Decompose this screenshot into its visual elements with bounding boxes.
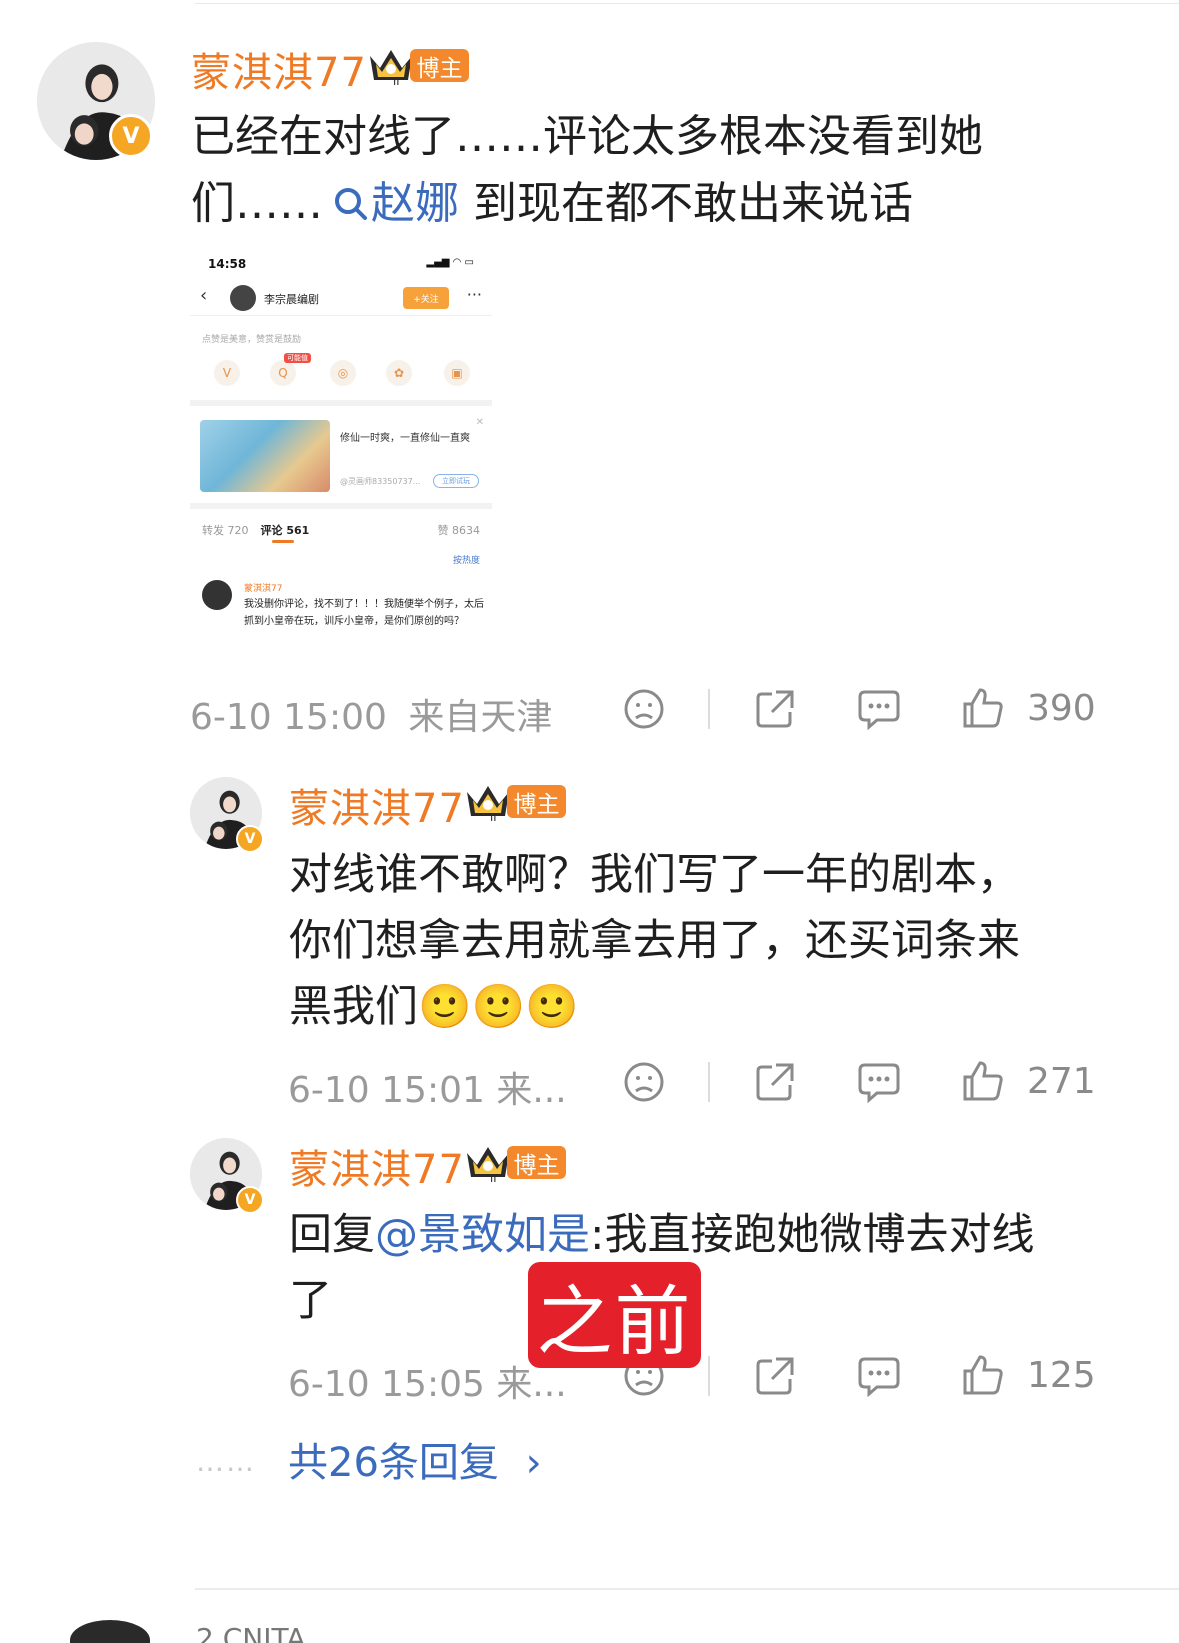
dislike-icon[interactable]: [623, 1061, 665, 1103]
topic-link[interactable]: 赵娜: [371, 178, 459, 229]
reply-time: 6-10 15:01 来...: [288, 1070, 567, 1111]
header-divider: [190, 315, 492, 316]
like-icon[interactable]: [961, 1353, 1005, 1397]
crown-icon: II: [370, 50, 412, 86]
reward-tip: 点赞是美意，赞赏是鼓励: [202, 335, 302, 345]
svg-text:II: II: [393, 75, 400, 86]
share-icon[interactable]: [754, 1061, 796, 1103]
action-separator: [708, 1062, 710, 1102]
header-name: 李宗晨编剧: [264, 293, 319, 306]
embedded-screenshot[interactable]: 14:58 ▂▄▆ ◠ ▭ ‹ 李宗晨编剧 +关注 ··· 点赞是美意，赞赏是鼓…: [190, 245, 492, 655]
reply-text-line-2: 了: [289, 1276, 332, 1326]
username[interactable]: 蒙淇淇77: [191, 40, 367, 98]
next-comment-peek: 2 CNITA: [196, 1622, 306, 1643]
search-icon[interactable]: Q: [270, 360, 296, 386]
follow-button[interactable]: +关注: [403, 287, 449, 309]
status-time: 14:58: [208, 257, 247, 271]
reply-prefix: 回复: [289, 1210, 375, 1260]
dislike-icon[interactable]: [623, 688, 665, 730]
comment-username: 蒙淇淇77: [244, 584, 283, 594]
crown-icon: II: [467, 1147, 509, 1183]
like-icon[interactable]: [961, 686, 1005, 730]
top-divider: [195, 3, 1179, 4]
moments-icon[interactable]: ✿: [386, 360, 412, 386]
reply-text-line-3: 黑我们🙂🙂🙂: [289, 982, 579, 1032]
like-count: 125: [1027, 1355, 1096, 1396]
reply-body: :我直接跑她微博去对线: [590, 1210, 1035, 1260]
bottom-divider: [195, 1588, 1179, 1590]
hot-badge: 可能值: [284, 353, 311, 363]
tab-underline: [272, 540, 294, 543]
sort-button[interactable]: 按热度: [453, 553, 480, 566]
post-text-line-2: 们…… 赵娜 到现在都不敢出来说话: [191, 167, 913, 231]
svg-text:II: II: [490, 811, 497, 822]
reply-text-line-2: 你们想拿去用就拿去用了，还买词条来: [289, 916, 1020, 966]
reply-time: 6-10 15:05 来...: [288, 1364, 567, 1405]
username[interactable]: 蒙淇淇77: [289, 1137, 465, 1195]
comment-avatar: [202, 580, 232, 610]
reply-text-line-1: 对线谁不敢啊？我们写了一年的剧本，: [289, 850, 1020, 900]
status-icons: ▂▄▆ ◠ ▭: [426, 257, 474, 268]
blogger-tag: 博主: [507, 1146, 566, 1179]
wechat-icon[interactable]: ◎: [330, 360, 356, 386]
comment-icon[interactable]: [857, 1355, 901, 1397]
blogger-tag: 博主: [507, 785, 566, 818]
section-divider: [190, 503, 492, 509]
post-text-line-1: 已经在对线了……评论太多根本没看到她: [191, 111, 983, 162]
action-separator: [708, 1356, 710, 1396]
next-avatar: [70, 1620, 150, 1643]
like-count: 271: [1027, 1061, 1096, 1102]
more-replies-link[interactable]: 共26条回复 ›: [288, 1430, 542, 1488]
chevron-right-icon: ›: [525, 1440, 542, 1486]
post-text-prefix: 们……: [191, 178, 323, 229]
action-separator: [708, 689, 710, 729]
tab-comment[interactable]: 评论 561: [261, 524, 310, 537]
post-text-suffix: 到现在都不敢出来说话: [459, 178, 913, 229]
ad-source: @灵画师83350737...: [340, 477, 421, 486]
comment-icon[interactable]: [857, 1061, 901, 1103]
reply-text-line-1: 回复@景致如是:我直接跑她微博去对线: [289, 1200, 1035, 1262]
ad-image[interactable]: [200, 420, 330, 492]
more-replies-label: 共26条回复: [288, 1440, 499, 1486]
back-icon[interactable]: ‹: [200, 285, 207, 306]
comment-icon[interactable]: [857, 688, 901, 730]
username[interactable]: 蒙淇淇77: [289, 776, 465, 834]
svg-text:II: II: [490, 1172, 497, 1183]
reward-icon[interactable]: V: [214, 360, 240, 386]
verified-badge-icon: V: [236, 1186, 264, 1214]
verified-badge-icon: V: [236, 825, 264, 853]
like-count: 390: [1027, 688, 1096, 729]
ad-button[interactable]: 立即试玩: [433, 474, 479, 488]
more-icon[interactable]: ···: [467, 285, 482, 304]
mention-link[interactable]: @景致如是: [375, 1210, 590, 1260]
close-icon[interactable]: ✕: [476, 417, 484, 428]
crown-icon: II: [467, 786, 509, 822]
post-location: 来自天津: [408, 697, 553, 738]
share-icons-row: V Q ◎ ✿ ▣: [208, 360, 478, 390]
post-time: 6-10 15:00: [190, 697, 387, 738]
ad-text: 修仙一时爽，一直修仙一直爽: [340, 433, 470, 444]
share-icon[interactable]: [754, 688, 796, 730]
blogger-tag: 博主: [410, 49, 469, 82]
more-dots: ……: [196, 1445, 256, 1478]
tab-repost[interactable]: 转发 720: [202, 524, 249, 537]
stamp-label: 之前: [528, 1262, 701, 1368]
verified-badge-icon: V: [109, 114, 153, 158]
post-meta: 6-10 15:00 来自天津: [190, 688, 552, 740]
tab-like[interactable]: 赞 8634: [438, 522, 481, 538]
search-icon: [335, 188, 367, 220]
section-divider: [190, 400, 492, 406]
copy-icon[interactable]: ▣: [444, 360, 470, 386]
comment-text: 我没删你评论，找不到了！！！我随便举个例子，太后抓到小皇帝在玩，训斥小皇帝，是你…: [244, 599, 484, 627]
like-icon[interactable]: [961, 1059, 1005, 1103]
share-icon[interactable]: [754, 1355, 796, 1397]
tabs: 转发 720 评论 561: [202, 522, 309, 538]
header-avatar: [230, 285, 256, 311]
